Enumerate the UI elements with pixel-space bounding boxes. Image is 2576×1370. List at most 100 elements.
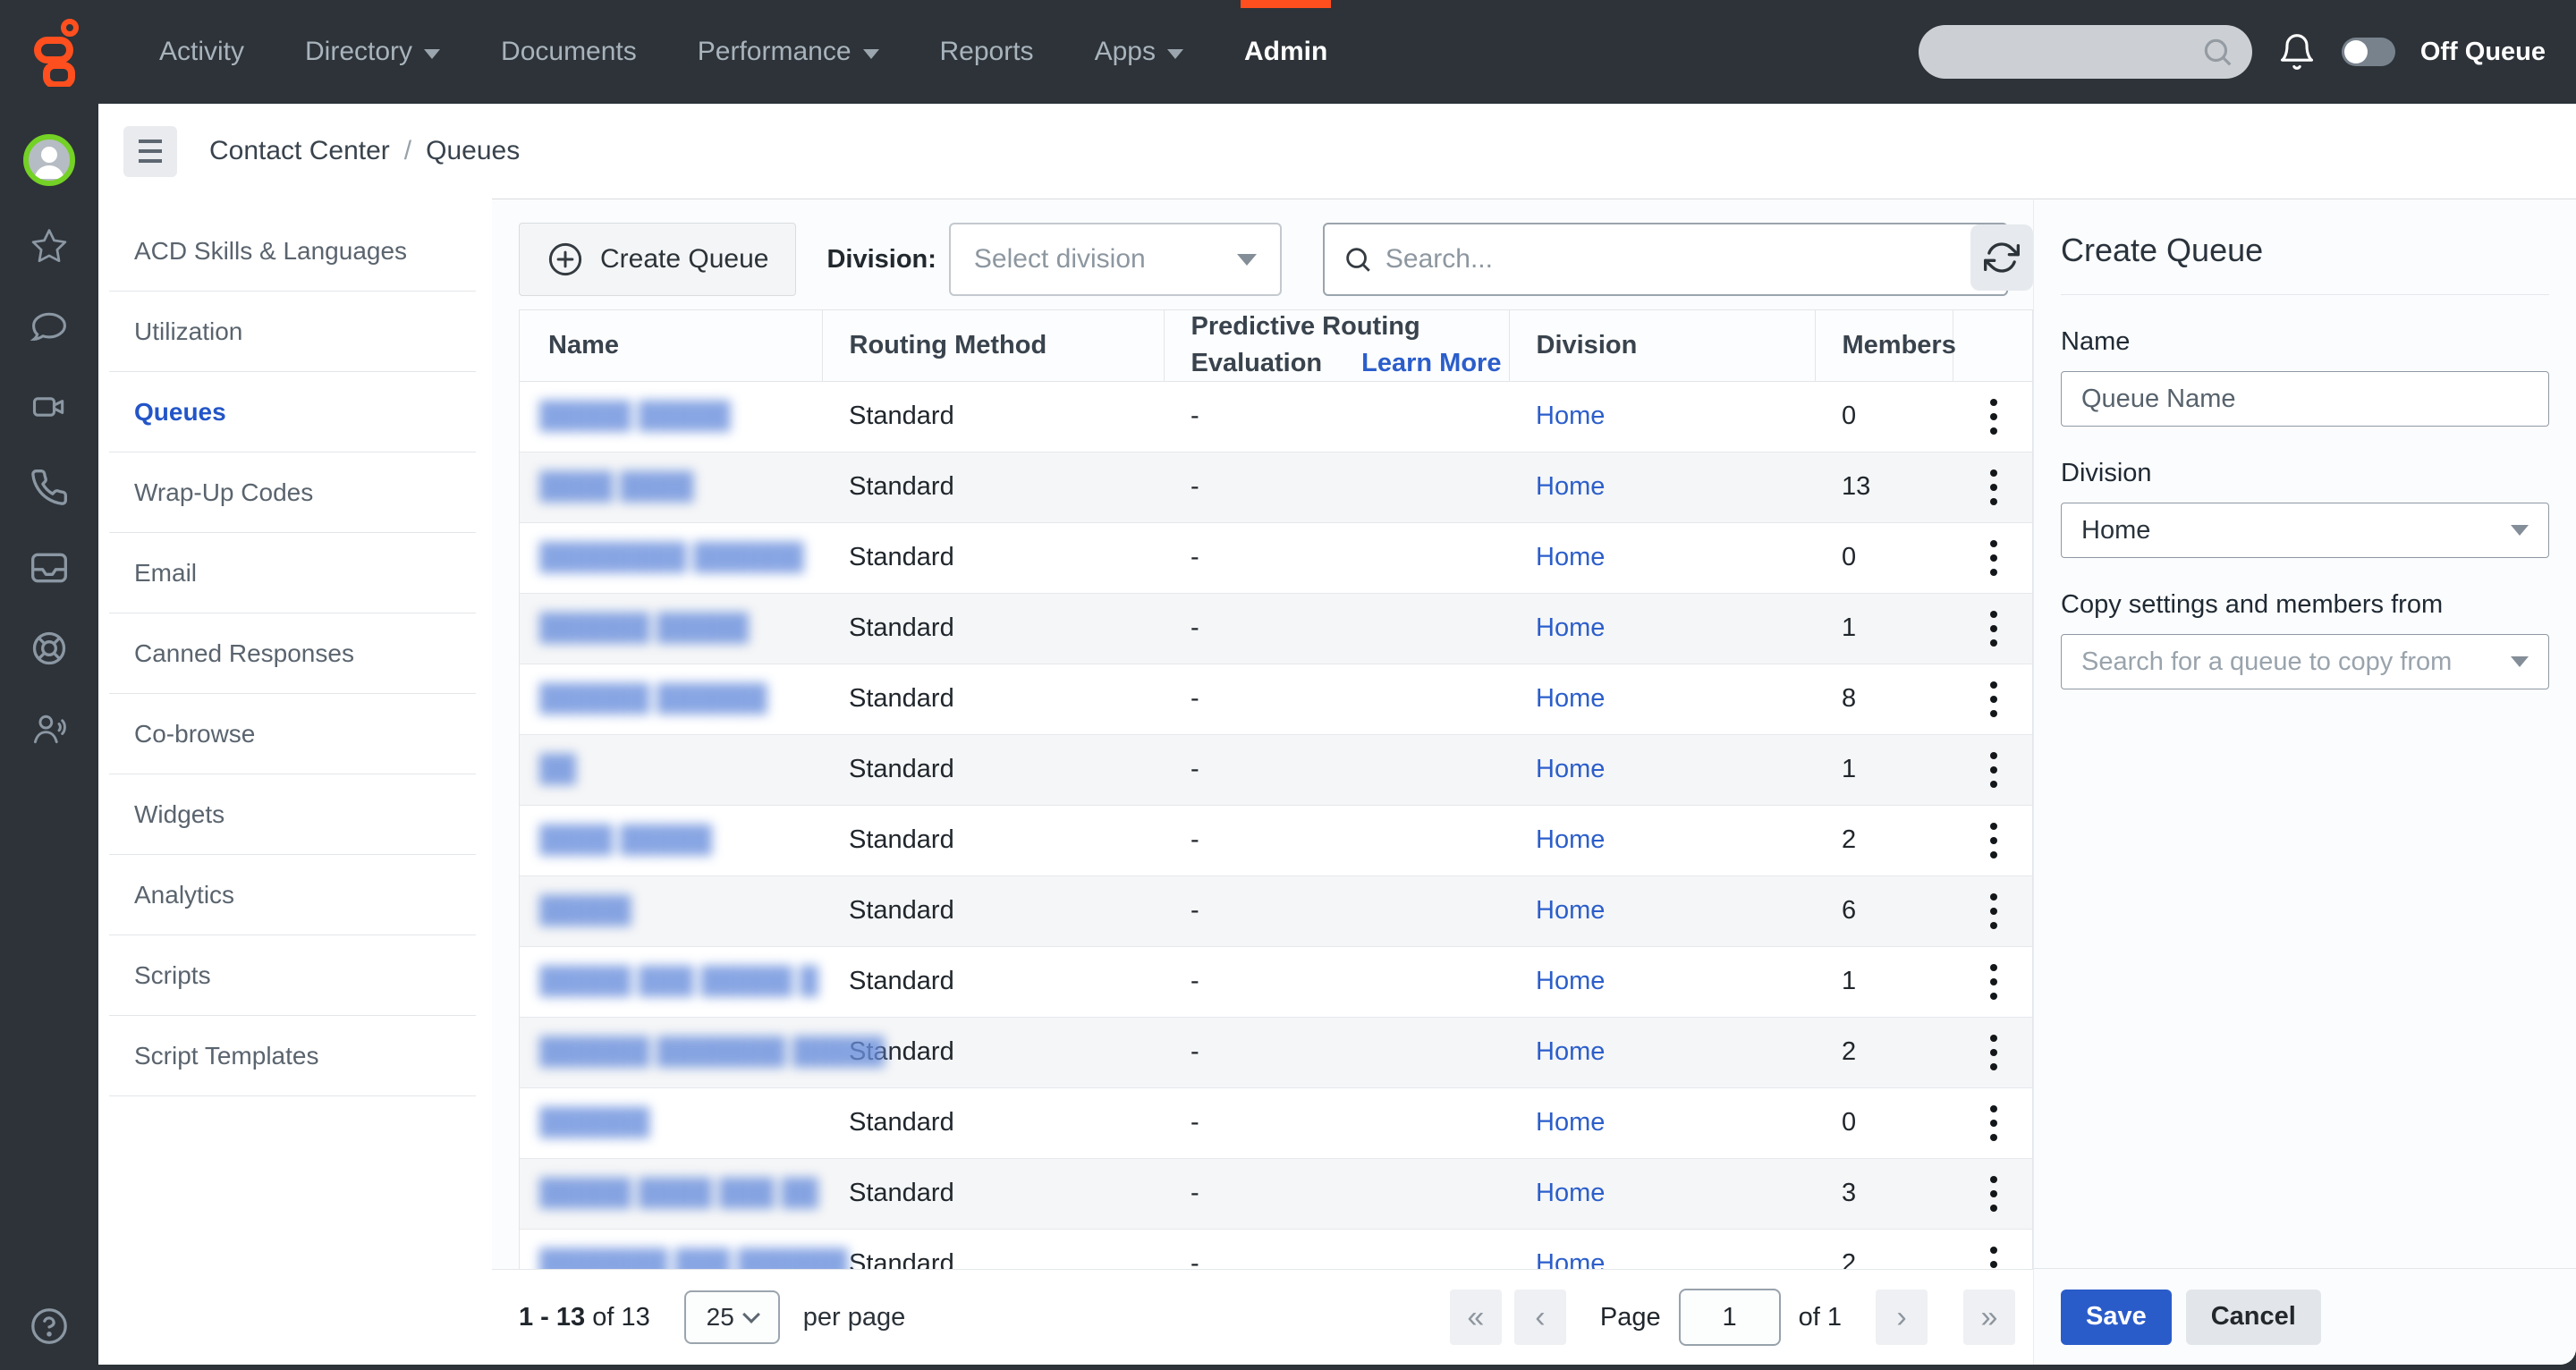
queue-name-link-redacted[interactable]: █████ █████ <box>539 402 731 430</box>
nav-item[interactable]: Apps <box>1064 0 1214 104</box>
nav-item[interactable]: Reports <box>910 0 1064 104</box>
calls-button[interactable] <box>29 467 70 508</box>
row-actions-kebab-menu[interactable] <box>1990 964 1997 1000</box>
predictive-routing-cell: - <box>1164 664 1509 734</box>
cancel-button[interactable]: Cancel <box>2186 1290 2321 1345</box>
inbox-icon <box>30 548 69 588</box>
favorites-button[interactable] <box>29 225 70 266</box>
per-page-select[interactable]: 25 <box>684 1290 780 1344</box>
admin-content-card: Contact Center / Queues ACD Skills & Lan… <box>98 104 2576 1365</box>
predictive-routing-cell: - <box>1164 593 1509 664</box>
sidebar-menu-item[interactable]: Scripts <box>109 935 476 1016</box>
global-search-input[interactable] <box>1919 25 2252 79</box>
queue-name-link-redacted[interactable]: ██████ ███████ █████ <box>539 1037 885 1066</box>
last-page-button[interactable]: » <box>1963 1290 2015 1345</box>
sidebar-menu-item[interactable]: Utilization <box>109 292 476 372</box>
nav-item[interactable]: Activity <box>129 0 275 104</box>
nav-item-label: Admin <box>1244 37 1327 67</box>
queue-name-link-redacted[interactable]: █████ ████ ███ ██ <box>539 1179 818 1207</box>
sidebar-menu-item[interactable]: Wrap-Up Codes <box>109 452 476 533</box>
division-link[interactable]: Home <box>1536 1037 1605 1066</box>
queue-name-link-redacted[interactable]: ██████ <box>539 1108 649 1137</box>
next-page-button[interactable]: › <box>1876 1290 1928 1345</box>
queue-name-link-redacted[interactable]: ██████ █████ <box>539 613 749 642</box>
division-link[interactable]: Home <box>1536 896 1605 925</box>
page-number-input[interactable] <box>1679 1289 1781 1346</box>
sidebar-menu-item[interactable]: Queues <box>109 372 476 452</box>
create-queue-button[interactable]: Create Queue <box>519 223 796 296</box>
col-header-members: Members <box>1815 310 1953 381</box>
queue-name-link-redacted[interactable]: ██████ ██████ <box>539 684 767 713</box>
interactions-button[interactable] <box>29 708 70 749</box>
queue-name-input[interactable] <box>2081 385 2529 414</box>
members-count-cell: 13 <box>1815 452 1953 522</box>
row-actions-kebab-menu[interactable] <box>1990 540 1997 576</box>
video-button[interactable] <box>29 386 70 427</box>
sidebar-menu-item[interactable]: ACD Skills & Languages <box>109 211 476 292</box>
topbar-right-cluster: Off Queue <box>1919 25 2546 79</box>
row-actions-kebab-menu[interactable] <box>1990 823 1997 858</box>
division-link[interactable]: Home <box>1536 684 1605 713</box>
row-actions-kebab-menu[interactable] <box>1990 1035 1997 1070</box>
division-filter-select[interactable]: Select division <box>949 223 1282 296</box>
off-queue-toggle[interactable] <box>2342 38 2395 66</box>
division-link[interactable]: Home <box>1536 967 1605 995</box>
video-icon <box>30 387 69 427</box>
chat-button[interactable] <box>29 306 70 347</box>
queue-name-link-redacted[interactable]: ████████ ██████ <box>539 543 804 571</box>
star-icon <box>30 226 69 266</box>
sidebar-menu-item[interactable]: Co-browse <box>109 694 476 774</box>
copy-settings-select[interactable]: Search for a queue to copy from <box>2061 634 2549 689</box>
sidebar-menu-item[interactable]: Email <box>109 533 476 613</box>
division-link[interactable]: Home <box>1536 1179 1605 1207</box>
help-button[interactable] <box>0 1306 98 1347</box>
prev-page-button[interactable]: ‹ <box>1514 1290 1566 1345</box>
avatar[interactable] <box>23 134 75 186</box>
queue-name-link-redacted[interactable]: █████ <box>539 896 631 925</box>
division-link[interactable]: Home <box>1536 825 1605 854</box>
nav-item[interactable]: Documents <box>470 0 667 104</box>
queue-name-link-redacted[interactable]: ████ █████ <box>539 825 712 854</box>
row-actions-kebab-menu[interactable] <box>1990 1176 1997 1212</box>
sidebar-menu-item[interactable]: Analytics <box>109 855 476 935</box>
help-icon <box>29 1306 70 1347</box>
sidebar-menu-item[interactable]: Script Templates <box>109 1016 476 1096</box>
row-actions-kebab-menu[interactable] <box>1990 611 1997 647</box>
nav-item-label: Documents <box>501 37 637 67</box>
division-link[interactable]: Home <box>1536 613 1605 642</box>
row-actions-kebab-menu[interactable] <box>1990 469 1997 505</box>
support-button[interactable] <box>29 628 70 669</box>
nav-item[interactable]: Directory <box>275 0 470 104</box>
collapse-menu-button[interactable] <box>123 126 177 177</box>
save-button[interactable]: Save <box>2061 1290 2172 1345</box>
nav-item[interactable]: Admin <box>1214 0 1358 104</box>
row-actions-kebab-menu[interactable] <box>1990 681 1997 717</box>
queue-name-link-redacted[interactable]: █████ ███ █████ █ <box>539 967 818 995</box>
row-actions-kebab-menu[interactable] <box>1990 399 1997 435</box>
predictive-routing-cell: - <box>1164 452 1509 522</box>
sidebar-menu-item[interactable]: Widgets <box>109 774 476 855</box>
division-link[interactable]: Home <box>1536 472 1605 501</box>
row-actions-kebab-menu[interactable] <box>1990 893 1997 929</box>
nav-item[interactable]: Performance <box>667 0 910 104</box>
row-actions-kebab-menu[interactable] <box>1990 752 1997 788</box>
first-page-button[interactable]: « <box>1450 1290 1502 1345</box>
refresh-button[interactable] <box>1970 224 2033 291</box>
learn-more-link[interactable]: Learn More <box>1361 349 1501 378</box>
division-link[interactable]: Home <box>1536 1108 1605 1137</box>
row-actions-kebab-menu[interactable] <box>1990 1105 1997 1141</box>
division-link[interactable]: Home <box>1536 543 1605 571</box>
routing-method-cell: Standard <box>822 875 1164 946</box>
sidebar-menu-item[interactable]: Canned Responses <box>109 613 476 694</box>
chevron-down-icon <box>2511 525 2529 536</box>
queue-name-link-redacted[interactable]: ██ <box>539 755 576 783</box>
breadcrumb-contact-center[interactable]: Contact Center <box>209 136 390 166</box>
inbox-button[interactable] <box>29 547 70 588</box>
queue-name-link-redacted[interactable]: ████ ████ <box>539 472 693 501</box>
notifications-button[interactable] <box>2277 32 2317 72</box>
division-select[interactable]: Home <box>2061 503 2549 558</box>
routing-method-cell: Standard <box>822 381 1164 452</box>
queue-search-input[interactable]: Search... <box>1323 223 2008 296</box>
division-link[interactable]: Home <box>1536 402 1605 430</box>
division-link[interactable]: Home <box>1536 755 1605 783</box>
